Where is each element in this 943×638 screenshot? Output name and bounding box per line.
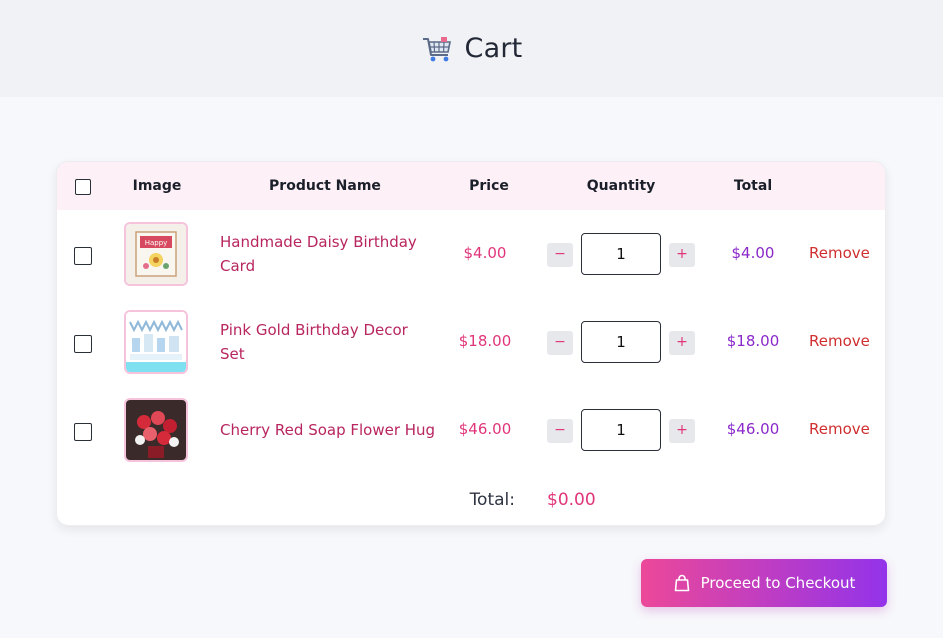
proceed-to-checkout-button[interactable]: Proceed to Checkout	[641, 559, 887, 607]
quantity-decrement-button[interactable]: −	[547, 243, 573, 267]
line-total: $46.00	[726, 420, 780, 438]
product-name-link[interactable]: Cherry Red Soap Flower Hug	[220, 418, 440, 442]
line-total: $4.00	[731, 244, 775, 262]
shopping-cart-icon	[421, 33, 453, 65]
remove-item-link[interactable]: Remove	[809, 420, 871, 438]
remove-item-link[interactable]: Remove	[809, 244, 871, 262]
birthday-card-thumbnail[interactable]: Happy	[124, 222, 188, 286]
quantity-increment-button[interactable]: +	[669, 331, 695, 355]
cart-total-value: $0.00	[547, 490, 596, 510]
svg-text:Happy: Happy	[145, 239, 168, 247]
product-name-line: Card	[220, 257, 256, 275]
cart-table: Image Product Name Price Quantity Total …	[56, 161, 886, 526]
soap-flower-thumbnail[interactable]	[124, 398, 188, 462]
quantity-decrement-button[interactable]: −	[547, 419, 573, 443]
select-all-checkbox[interactable]	[75, 179, 91, 195]
column-header-quantity: Quantity	[586, 178, 656, 194]
checkout-button-label: Proceed to Checkout	[700, 574, 856, 592]
product-name-line: Handmade Daisy Birthday	[220, 233, 417, 251]
column-header-image: Image	[132, 178, 182, 194]
quantity-input[interactable]	[581, 321, 661, 363]
page-title-group: Cart	[421, 33, 523, 65]
column-header-price: Price	[469, 178, 509, 194]
quantity-input[interactable]	[581, 409, 661, 451]
table-row: Cherry Red Soap Flower Hug $46.00 − + $4…	[57, 386, 885, 474]
line-total: $18.00	[726, 332, 780, 350]
decor-set-thumbnail[interactable]	[124, 310, 188, 374]
unit-price: $18.00	[458, 332, 512, 350]
column-header-total: Total	[733, 178, 773, 194]
cart-total-label: Total:	[469, 490, 515, 510]
row-select-checkbox[interactable]	[74, 423, 92, 441]
product-name-line: Cherry Red Soap Flower Hug	[220, 421, 436, 439]
quantity-decrement-button[interactable]: −	[547, 331, 573, 355]
product-name-link[interactable]: Handmade Daisy Birthday Card	[220, 230, 440, 278]
quantity-input[interactable]	[581, 233, 661, 275]
page-title: Cart	[464, 33, 523, 64]
quantity-increment-button[interactable]: +	[669, 419, 695, 443]
table-row: Happy Handmade Daisy Birthday Card $4.00…	[57, 210, 885, 298]
table-header: Image Product Name Price Quantity Total	[57, 162, 885, 210]
product-name-line: Set	[220, 345, 245, 363]
row-select-checkbox[interactable]	[74, 335, 92, 353]
unit-price: $46.00	[458, 420, 512, 438]
product-name-line: Pink Gold Birthday Decor	[220, 321, 408, 339]
quantity-increment-button[interactable]: +	[669, 243, 695, 267]
page-header: Cart	[0, 0, 943, 97]
unit-price: $4.00	[463, 244, 507, 262]
column-header-product-name: Product Name	[269, 178, 381, 194]
remove-item-link[interactable]: Remove	[809, 332, 871, 350]
row-select-checkbox[interactable]	[74, 247, 92, 265]
product-name-link[interactable]: Pink Gold Birthday Decor Set	[220, 318, 440, 366]
table-row: Pink Gold Birthday Decor Set $18.00 − + …	[57, 298, 885, 386]
shopping-bag-icon	[673, 574, 691, 592]
